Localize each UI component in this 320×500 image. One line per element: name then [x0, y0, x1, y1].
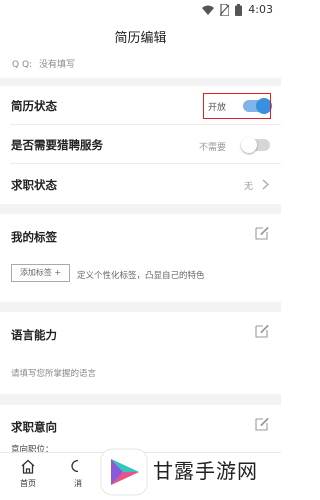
headhunter-service-label: 是否需要猎聘服务 [11, 138, 103, 152]
section-gap [0, 204, 281, 214]
status-time: 4:03 [248, 3, 273, 16]
watermark-text: 甘露手游网 [153, 459, 258, 483]
edit-icon[interactable] [255, 226, 269, 240]
nav-label-home: 首页 [20, 479, 36, 488]
page-title: 简历编辑 [114, 31, 167, 46]
tags-section-title: 我的标签 [11, 230, 57, 244]
watermark-logo: 甘露手游网 [95, 445, 281, 500]
language-section: 语言能力 [0, 312, 281, 394]
message-icon [71, 459, 79, 473]
no-sim-icon [220, 3, 230, 16]
battery-icon [235, 3, 243, 16]
nav-item-home[interactable]: 首页 [8, 459, 48, 489]
chevron-right-icon [262, 179, 269, 190]
resume-status-label: 简历状态 [11, 99, 57, 113]
wifi-icon [202, 5, 215, 15]
section-gap [0, 78, 281, 86]
home-icon [21, 459, 35, 474]
intent-section-title: 求职意向 [11, 420, 57, 434]
edit-icon[interactable] [255, 417, 269, 431]
nav-item-messages[interactable]: 消 [58, 459, 98, 489]
headhunter-service-value: 不需要 [199, 143, 227, 153]
headhunter-service-row[interactable]: 是否需要猎聘服务 不需要 [0, 125, 281, 163]
qq-value: 没有填写 [38, 60, 75, 70]
language-section-title: 语言能力 [11, 328, 57, 342]
section-gap [0, 302, 281, 312]
status-icons: 4:03 [202, 3, 273, 16]
tags-section: 我的标签 [0, 214, 281, 302]
status-bar: 4:03 [0, 0, 281, 20]
tag-hint: 定义个性化标签，凸显自己的特色 [77, 271, 205, 281]
qq-label: Q Q: [12, 60, 33, 70]
job-status-row[interactable]: 求职状态 无 [0, 164, 281, 204]
headhunter-service-toggle[interactable] [241, 137, 270, 153]
highlight-box [203, 93, 271, 119]
add-tag-button[interactable]: 添加标签 + [11, 264, 70, 282]
section-gap [0, 394, 281, 405]
toggle-knob [241, 137, 257, 153]
job-status-label: 求职状态 [11, 178, 57, 192]
job-status-value: 无 [244, 182, 254, 192]
qq-row[interactable]: Q Q: 没有填写 [12, 57, 75, 70]
nav-label-messages: 消 [74, 479, 82, 488]
language-hint: 请填写您所掌握的语言 [11, 369, 97, 379]
edit-icon[interactable] [255, 324, 269, 338]
watermark-logo-icon [100, 448, 148, 496]
title-bar: 简历编辑 [0, 20, 281, 54]
